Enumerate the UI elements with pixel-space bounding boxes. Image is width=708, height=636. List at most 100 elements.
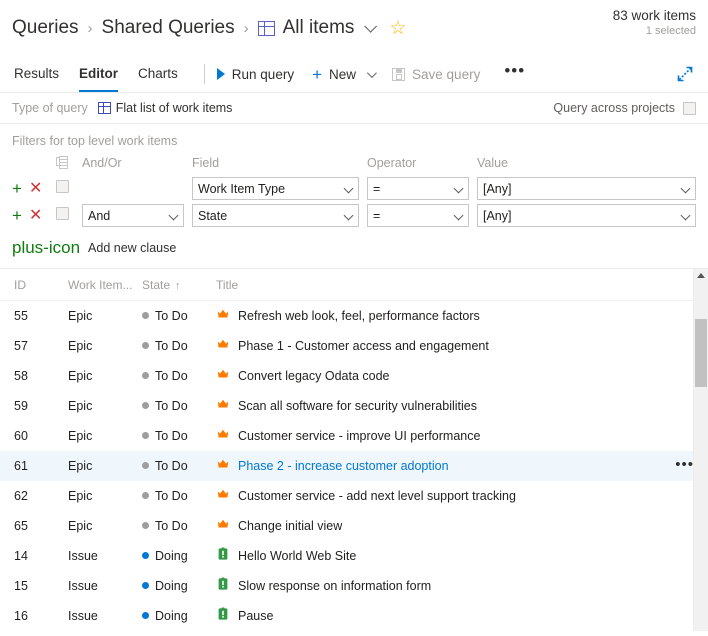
breadcrumb-item-all-items[interactable]: All items [283,17,355,39]
filters-group-header [56,156,82,175]
query-across-projects-checkbox[interactable] [683,101,696,115]
star-icon[interactable]: ☆ [389,19,406,38]
filters-section-title: Filters for top level work items [12,134,178,148]
table-row[interactable]: 62 Epic To Do Customer service - add next l… [0,481,708,511]
cell-id: 59 [14,398,28,413]
toolbar-overflow-button[interactable]: ••• [504,62,525,79]
cell-title-label[interactable]: Refresh web look, feel, performance fact… [238,309,480,323]
column-header-id[interactable]: ID [0,269,68,301]
state-dot-icon [142,552,149,559]
scrollbar-thumb[interactable] [695,319,707,387]
cell-title-label[interactable]: Slow response on information form [238,579,431,593]
chevron-down-icon[interactable] [364,19,378,33]
new-label: New [329,66,357,82]
cell-state-label: To Do [155,488,188,503]
cell-title-label[interactable]: Phase 2 - increase customer adoption [238,459,449,473]
cell-title: Slow response on information form [216,571,708,601]
chevron-down-icon [343,210,354,221]
add-new-clause-button[interactable]: plus-icon Add new clause [12,239,696,256]
breadcrumb-item-queries[interactable]: Queries [12,17,79,39]
run-query-button[interactable]: Run query [216,67,294,82]
cell-state: Doing [142,571,216,601]
table-row[interactable]: 60 Epic To Do Customer service - improve UI… [0,421,708,451]
filter-row-andor-empty [82,175,192,202]
new-button[interactable]: + New [312,66,377,83]
operator-select-row-2[interactable]: = [367,204,469,227]
state-dot-icon [142,522,149,529]
cell-state: To Do [142,481,216,511]
cell-title-label[interactable]: Phase 1 - Customer access and engagement [238,339,489,353]
tab-results[interactable]: Results [12,56,69,92]
query-across-projects[interactable]: Query across projects [553,101,696,115]
save-query-button[interactable]: Save query [392,67,480,82]
tab-editor[interactable]: Editor [69,56,128,92]
value-select-row-2[interactable]: [Any] [477,204,696,227]
remove-clause-row-button[interactable]: ✕ [29,180,42,197]
cell-id: 61 [0,450,68,481]
cell-title-label[interactable]: Scan all software for security vulnerabi… [238,399,477,413]
filter-row-checkbox[interactable] [56,179,69,193]
issue-icon [216,577,230,594]
cell-state: To Do [142,391,216,421]
cell-id: 65 [14,518,28,533]
table-row[interactable]: 55 Epic To Do Refresh web look, feel, perfo… [0,301,708,331]
value-select-value: [Any] [483,208,512,223]
cell-id: 62 [14,488,28,503]
operator-select-row-1[interactable]: = [367,177,469,200]
column-header-state[interactable]: State ↑ [142,269,216,301]
cell-title-label[interactable]: Customer service - add next level suppor… [238,489,516,503]
query-type-value[interactable]: Flat list of work items [97,101,232,115]
table-row[interactable]: 58 Epic To Do Convert legacy Odata code [0,361,708,391]
query-type-label: Type of query [12,101,88,115]
chevron-down-icon [168,210,179,221]
group-clauses-icon[interactable] [56,156,68,169]
column-header-title[interactable]: Title [216,269,708,301]
cell-title-label[interactable]: Hello World Web Site [238,549,356,563]
filter-row-checkbox[interactable] [56,206,69,220]
epic-crown-icon [216,337,230,354]
add-clause-row-button[interactable]: + [12,180,22,197]
cell-title-label[interactable]: Change initial view [238,519,342,533]
cell-state: To Do [142,511,216,541]
state-dot-icon [142,432,149,439]
remove-clause-row-button[interactable]: ✕ [29,207,42,224]
results-vertical-scrollbar[interactable] [693,269,708,631]
cell-state: To Do [142,421,216,451]
table-row[interactable]: 59 Epic To Do Scan all software for securit… [0,391,708,421]
chevron-down-icon[interactable] [366,67,377,78]
state-dot-icon [142,312,149,320]
sort-ascending-icon: ↑ [175,280,181,292]
cell-title-label[interactable]: Pause [238,609,273,623]
results-header-row: ID Work Item... State ↑ Title [0,269,708,301]
value-select-value: [Any] [483,181,512,196]
andor-select-row-2[interactable]: And [82,204,184,227]
breadcrumb-separator: › [243,19,249,37]
table-row[interactable]: 57 Epic To Do Phase 1 - Customer access and… [0,331,708,361]
cell-title-label[interactable]: Convert legacy Odata code [238,369,389,383]
field-select-row-1[interactable]: Work Item Type [192,177,359,200]
table-row[interactable]: 15 Issue Doing Slow response on information… [0,571,708,601]
table-row[interactable]: 65 Epic To Do Change initial view [0,511,708,541]
tab-charts[interactable]: Charts [128,56,188,92]
column-header-work-item-type[interactable]: Work Item... [68,269,142,301]
plus-icon: plus-icon [12,238,81,257]
chevron-down-icon [680,183,691,194]
add-clause-row-button[interactable]: + [12,207,22,224]
table-row[interactable]: 14 Issue Doing Hello World Web Site [0,541,708,571]
cell-state: To Do [142,331,216,361]
cell-work-item-type: Epic [68,398,93,413]
field-select-row-2[interactable]: State [192,204,359,227]
cell-title: Customer service - improve UI performanc… [216,421,708,451]
breadcrumb-item-shared-queries[interactable]: Shared Queries [102,17,235,39]
caret-up-icon[interactable] [697,273,705,278]
cell-state: Doing [142,541,216,571]
cell-title-label[interactable]: Customer service - improve UI performanc… [238,429,480,443]
state-dot-icon [142,372,149,379]
state-dot-icon [142,612,149,619]
table-row[interactable]: 61 Epic To Do Phase 2 - increase customer a… [0,450,708,481]
row-context-menu-button[interactable]: ••• [675,457,694,472]
expand-diagonal-icon[interactable] [676,65,694,83]
table-row[interactable]: 16 Issue Doing Pause [0,601,708,631]
epic-crown-icon [216,517,230,534]
value-select-row-1[interactable]: [Any] [477,177,696,200]
